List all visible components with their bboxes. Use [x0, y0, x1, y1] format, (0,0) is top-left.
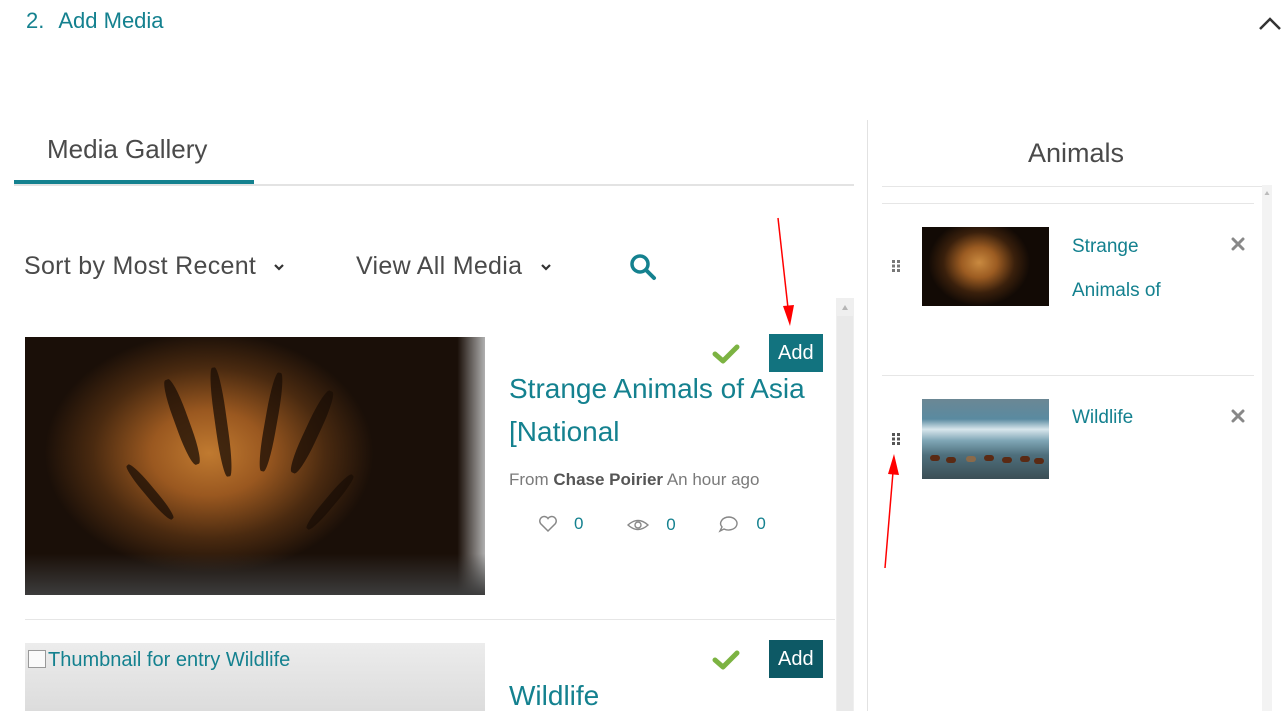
author-name[interactable]: Chase Poirier: [553, 470, 663, 489]
step-number: 2.: [26, 8, 45, 33]
comment-icon: [718, 516, 739, 533]
close-icon[interactable]: [1231, 237, 1245, 251]
step-header[interactable]: 2. Add Media: [26, 8, 164, 34]
playlist-scrollbar[interactable]: [1262, 185, 1272, 711]
broken-thumbnail: Thumbnail for entry Wildlife: [28, 649, 290, 672]
sort-dropdown[interactable]: Sort by Most Recent: [24, 252, 285, 281]
panel-divider: [867, 120, 868, 711]
likes-count: 0: [574, 514, 584, 533]
sort-label: Sort by Most Recent: [24, 252, 257, 280]
playlist-row-divider: [882, 375, 1254, 376]
playlist-header-divider: [882, 186, 1262, 187]
views-count: 0: [666, 515, 676, 534]
tab-divider: [14, 184, 854, 186]
thumbnail-alt-text: Thumbnail for entry Wildlife: [48, 649, 291, 671]
comments-stat: 0: [718, 514, 766, 534]
chevron-down-icon: [540, 264, 551, 271]
row-divider: [25, 619, 835, 620]
search-icon[interactable]: [628, 252, 658, 282]
scroll-up-arrow-icon[interactable]: [1262, 188, 1272, 198]
step-title: Add Media: [58, 8, 164, 33]
check-icon: [712, 344, 740, 364]
views-stat: 0: [626, 515, 676, 535]
from-label: From: [509, 470, 549, 489]
chevron-down-icon: [274, 264, 285, 271]
annotation-arrow-drag: [884, 471, 894, 569]
add-button[interactable]: Add: [769, 640, 823, 678]
scroll-up-arrow-icon[interactable]: [836, 300, 854, 316]
playlist-item-title[interactable]: Wildlife: [1072, 396, 1133, 440]
likes-stat: 0: [538, 514, 583, 534]
playlist-thumbnail-tiger: [922, 227, 1049, 306]
filter-dropdown[interactable]: View All Media: [356, 252, 552, 281]
filter-label: View All Media: [356, 252, 523, 280]
playlist-item-title[interactable]: Strange Animals of: [1072, 225, 1202, 313]
entry-time: An hour ago: [666, 470, 760, 489]
drag-handle-icon[interactable]: [891, 432, 901, 446]
close-icon[interactable]: [1231, 409, 1245, 423]
drag-handle-icon[interactable]: [891, 259, 901, 273]
playlist-row-divider: [882, 203, 1254, 204]
playlist-thumbnail-wildlife: [922, 399, 1049, 479]
chevron-up-icon[interactable]: [1256, 10, 1284, 38]
tab-media-gallery[interactable]: Media Gallery: [47, 134, 207, 165]
entry-thumbnail-tiger[interactable]: [25, 337, 485, 595]
playlist-title: Animals: [1028, 138, 1125, 168]
entry-stats: 0 0 0: [538, 514, 804, 538]
heart-icon: [539, 515, 557, 533]
annotation-arrowhead-add: [783, 305, 794, 326]
entry-meta: From Chase Poirier An hour ago: [509, 470, 759, 490]
entry-title[interactable]: Strange Animals of Asia [National: [509, 367, 809, 453]
eye-icon: [627, 519, 650, 531]
comments-count: 0: [756, 514, 766, 533]
scrollbar-thumb[interactable]: [837, 316, 853, 711]
annotation-arrowhead-drag: [888, 454, 899, 475]
check-icon: [712, 650, 740, 670]
broken-image-icon: [28, 650, 46, 668]
annotation-arrow-add: [777, 217, 789, 309]
